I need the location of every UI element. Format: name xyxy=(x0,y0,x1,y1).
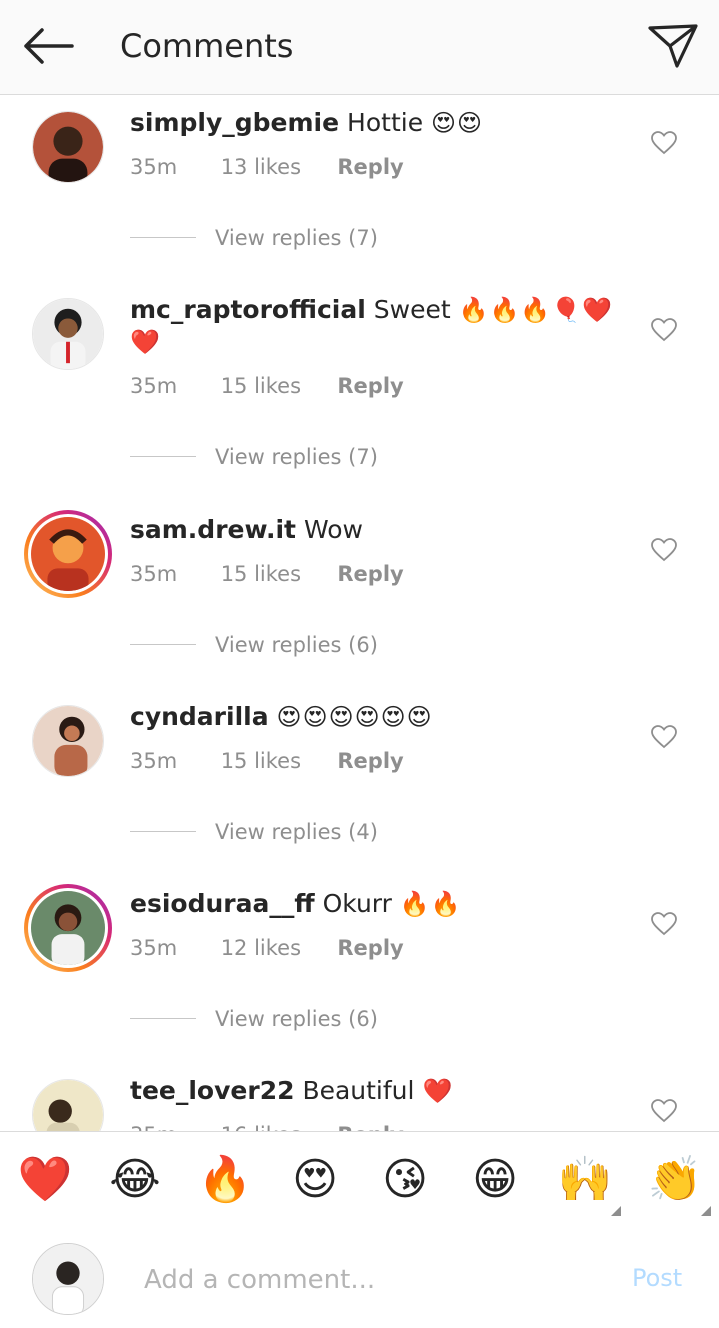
avatar-image xyxy=(33,1080,103,1131)
view-replies-label[interactable]: View replies (6) xyxy=(215,1004,378,1034)
comment-meta: 35m 15 likes Reply xyxy=(130,372,404,400)
page-title: Comments xyxy=(120,27,294,65)
replies-divider xyxy=(130,644,196,645)
emoji-heart-eyes[interactable]: 😍 xyxy=(287,1154,343,1206)
view-replies-label[interactable]: View replies (7) xyxy=(215,442,378,472)
comment-body: Wow xyxy=(303,515,363,544)
comment-body: Sweet xyxy=(373,295,451,324)
comment-composer: Post xyxy=(0,1228,719,1328)
comment-body: Hottie xyxy=(347,108,424,137)
comment-time: 35m xyxy=(130,936,178,960)
post-button[interactable]: Post xyxy=(632,1264,682,1292)
comment-emoji: 🔥🔥 xyxy=(399,890,462,918)
comment-body: Okurr xyxy=(322,889,392,918)
avatar-image xyxy=(33,112,103,182)
comment-emoji: ❤️ xyxy=(422,1077,454,1105)
comment-meta: 35m 15 likes Reply xyxy=(130,560,404,588)
heart-outline-icon[interactable] xyxy=(651,538,677,562)
avatar-image xyxy=(33,1244,103,1314)
replies-divider xyxy=(130,237,196,238)
comment-likes[interactable]: 12 likes xyxy=(221,934,331,962)
heart-outline-icon[interactable] xyxy=(651,912,677,936)
comment-list[interactable]: simply_gbemie Hottie 😍😍 35m 13 likes Rep… xyxy=(0,95,719,1131)
comment-username[interactable]: mc_raptorofficial xyxy=(130,295,366,324)
avatar[interactable] xyxy=(32,298,104,370)
replies-divider xyxy=(130,831,196,832)
comment-text: mc_raptorofficial Sweet 🔥🔥🔥🎈❤️❤️ xyxy=(130,294,620,358)
direct-send-icon[interactable] xyxy=(647,22,699,70)
reply-button[interactable]: Reply xyxy=(337,934,403,962)
quick-emoji-bar: ❤️ 😂 🔥 😍 😘 😁 🙌 👏 xyxy=(0,1131,719,1229)
reply-button[interactable]: Reply xyxy=(337,1121,403,1131)
comment-likes[interactable]: 13 likes xyxy=(221,153,331,181)
comment-text: esioduraa__ff Okurr 🔥🔥 xyxy=(130,888,620,920)
comment-meta: 35m 13 likes Reply xyxy=(130,153,404,181)
avatar-image xyxy=(33,706,103,776)
comment-username[interactable]: cyndarilla xyxy=(130,702,269,731)
avatar[interactable] xyxy=(32,705,104,777)
comment-emoji: 😍😍😍😍😍😍 xyxy=(276,703,433,731)
comment-likes[interactable]: 16 likes xyxy=(221,1121,331,1131)
comment-time: 35m xyxy=(130,374,178,398)
comment-text: cyndarilla 😍😍😍😍😍😍 xyxy=(130,701,620,733)
emoji-raising-hands[interactable]: 🙌 xyxy=(557,1154,613,1206)
reply-button[interactable]: Reply xyxy=(337,372,403,400)
heart-outline-icon[interactable] xyxy=(651,131,677,155)
my-avatar xyxy=(32,1243,104,1315)
avatar-image xyxy=(31,891,105,965)
replies-divider xyxy=(130,1018,196,1019)
avatar[interactable] xyxy=(32,111,104,183)
avatar-story-ring[interactable] xyxy=(24,510,112,598)
comment-input[interactable] xyxy=(144,1258,584,1302)
heart-outline-icon[interactable] xyxy=(651,1099,677,1123)
comment-likes[interactable]: 15 likes xyxy=(221,747,331,775)
avatar-image xyxy=(33,299,103,369)
header: Comments xyxy=(0,0,719,95)
comment-text: sam.drew.it Wow xyxy=(130,514,620,546)
reply-button[interactable]: Reply xyxy=(337,153,403,181)
comment-likes[interactable]: 15 likes xyxy=(221,560,331,588)
avatar-story-ring[interactable] xyxy=(24,884,112,972)
comment-username[interactable]: esioduraa__ff xyxy=(130,889,315,918)
comment-text: simply_gbemie Hottie 😍😍 xyxy=(130,107,620,139)
comment-time: 35m xyxy=(130,1121,214,1131)
comment-username[interactable]: sam.drew.it xyxy=(130,515,296,544)
avatar-image xyxy=(31,517,105,591)
heart-outline-icon[interactable] xyxy=(651,725,677,749)
view-replies-label[interactable]: View replies (4) xyxy=(215,817,378,847)
replies-divider xyxy=(130,456,196,457)
reply-button[interactable]: Reply xyxy=(337,560,403,588)
comment-meta: 35m 12 likes Reply xyxy=(130,934,404,962)
emoji-red-heart[interactable]: ❤️ xyxy=(17,1154,73,1206)
reply-button[interactable]: Reply xyxy=(337,747,403,775)
comment-likes[interactable]: 15 likes xyxy=(221,372,331,400)
emoji-fire[interactable]: 🔥 xyxy=(197,1154,253,1206)
back-arrow-icon[interactable] xyxy=(20,24,76,68)
comment-meta: 35m 16 likes Reply xyxy=(130,1121,404,1131)
comment-time: 35m xyxy=(130,749,178,773)
comment-username[interactable]: simply_gbemie xyxy=(130,108,339,137)
more-variants-indicator xyxy=(611,1206,621,1216)
emoji-kiss[interactable]: 😘 xyxy=(377,1154,433,1206)
avatar[interactable] xyxy=(32,1079,104,1131)
emoji-tears-of-joy[interactable]: 😂 xyxy=(107,1154,163,1206)
more-variants-indicator xyxy=(701,1206,711,1216)
comment-text: tee_lover22 Beautiful ❤️ xyxy=(130,1075,620,1107)
comment-emoji: 😍😍 xyxy=(431,109,484,137)
emoji-grin[interactable]: 😁 xyxy=(467,1154,523,1206)
comment-body: Beautiful xyxy=(302,1076,415,1105)
comment-username[interactable]: tee_lover22 xyxy=(130,1076,294,1105)
view-replies-label[interactable]: View replies (7) xyxy=(215,223,378,253)
comment-time: 35m xyxy=(130,562,178,586)
heart-outline-icon[interactable] xyxy=(651,318,677,342)
emoji-clapping[interactable]: 👏 xyxy=(647,1154,703,1206)
view-replies-label[interactable]: View replies (6) xyxy=(215,630,378,660)
comment-time: 35m xyxy=(130,155,178,179)
comment-meta: 35m 15 likes Reply xyxy=(130,747,404,775)
